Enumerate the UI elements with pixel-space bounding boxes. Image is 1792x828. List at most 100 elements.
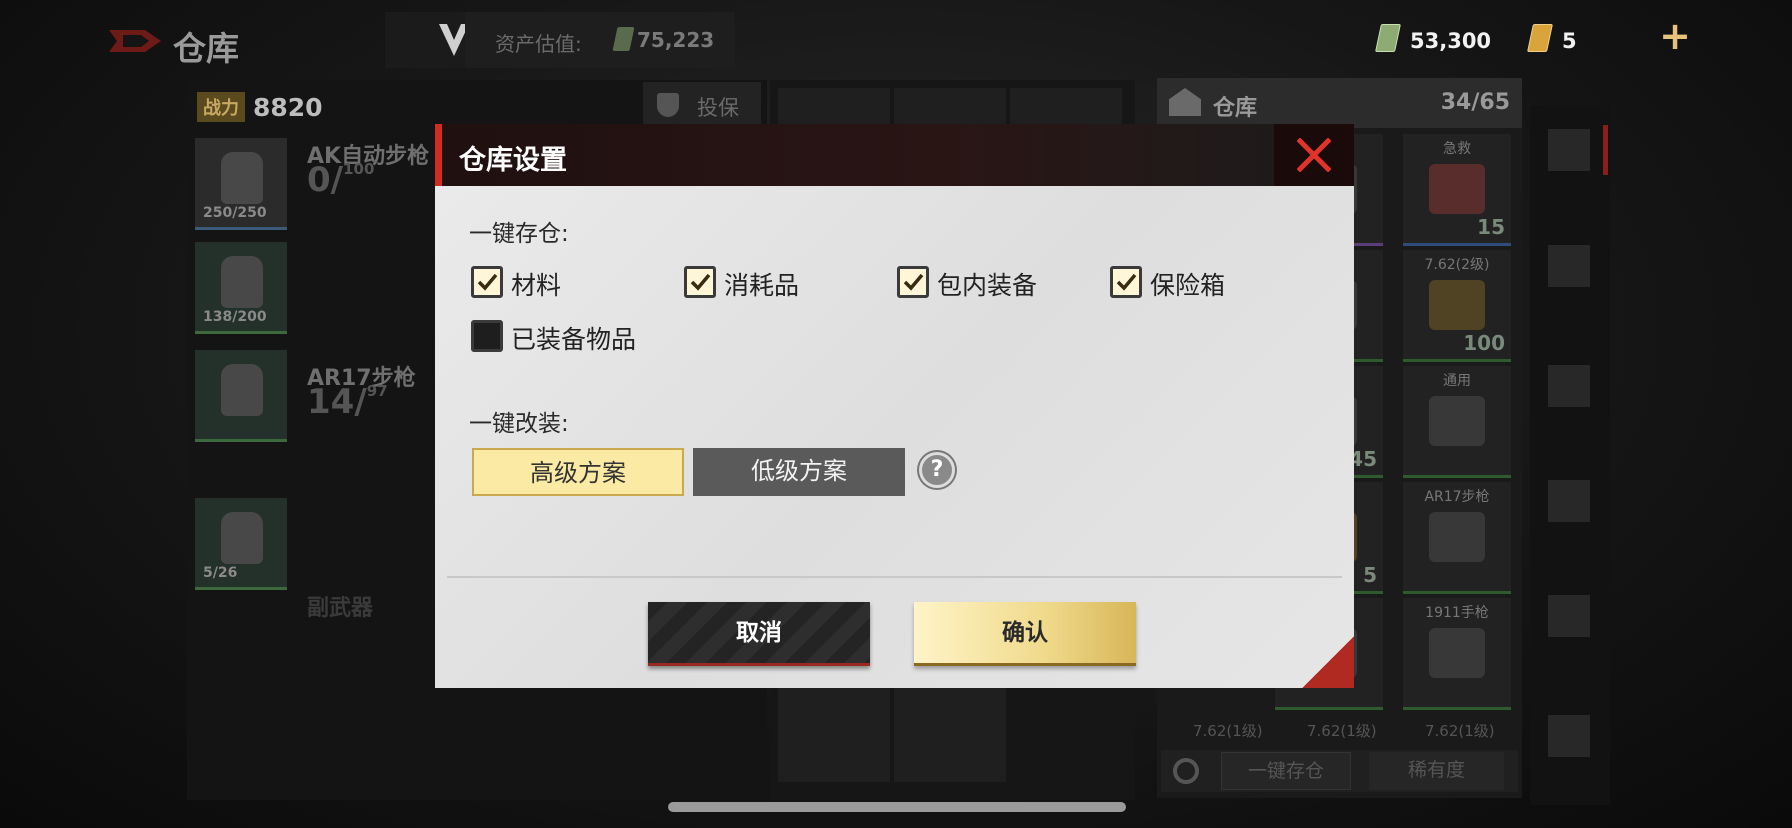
help-icon[interactable]: ? (919, 452, 955, 488)
backpack-slot[interactable]: 5/26 (195, 498, 287, 590)
item-tag: AR17步枪 (1424, 489, 1490, 505)
checkmark-icon (903, 273, 924, 291)
gear-filter-icon[interactable] (1548, 595, 1590, 637)
medkit-icon (1429, 164, 1485, 214)
side-selection-indicator (1603, 125, 1608, 175)
basic-plan-button[interactable]: 低级方案 (693, 448, 905, 496)
divider (447, 576, 1342, 578)
secondary-weapon-ammo: 14/97 (307, 382, 388, 422)
checkbox-box[interactable] (684, 266, 716, 298)
checkbox-box[interactable] (471, 266, 503, 298)
gear-icon[interactable] (1173, 758, 1199, 784)
warehouse-item[interactable]: 1911手枪 (1403, 598, 1511, 710)
warehouse-count: 34/65 (1440, 90, 1510, 115)
grid-view-icon[interactable] (1548, 129, 1590, 171)
close-button[interactable] (1274, 124, 1354, 186)
armor-slot[interactable]: 138/200 (195, 242, 287, 334)
item-foot-label: 7.62(1级) (1307, 722, 1377, 740)
dialog-header: 仓库设置 (435, 124, 1354, 186)
warehouse-item[interactable]: 通用 (1403, 366, 1511, 478)
cash-icon (1375, 24, 1401, 52)
advanced-plan-button[interactable]: 高级方案 (472, 448, 684, 496)
insure-label: 投保 (697, 96, 739, 120)
durability: 138/200 (203, 309, 267, 325)
item-foot-label: 7.62(1级) (1425, 722, 1495, 740)
home-indicator[interactable] (668, 802, 1126, 812)
shield-icon (657, 93, 679, 117)
combat-power: 战力 8820 (197, 92, 323, 122)
item-tag: 7.62(2级) (1424, 257, 1490, 273)
item-qty: 100 (1463, 331, 1505, 355)
backpack-icon (221, 512, 263, 564)
checkbox-label: 已装备物品 (511, 325, 637, 354)
confirm-button[interactable]: 确认 (914, 602, 1136, 666)
item-qty: 15 (1477, 215, 1505, 239)
checkbox-box[interactable] (471, 320, 503, 352)
power-label: 战力 (197, 92, 245, 122)
pistol-filter-icon[interactable] (1548, 245, 1590, 287)
store-section-label: 一键存仓: (469, 221, 569, 247)
rarity-sort-button[interactable]: 稀有度 (1369, 752, 1504, 790)
dialog-body: 一键存仓: 材料 消耗品 包内装备 保险箱 已装备物品 一键改装: 高级方案 低… (435, 186, 1354, 688)
checkbox-label: 消耗品 (724, 271, 800, 300)
ammo-current: 0/ (307, 160, 344, 200)
asset-value: 75,223 (637, 28, 715, 52)
boots-slot[interactable] (195, 350, 287, 442)
power-value: 8820 (253, 92, 323, 122)
warehouse-toolbar: 一键存仓 稀有度 (1161, 750, 1518, 792)
warehouse-title: 仓库 (1213, 96, 1258, 121)
page-title: 仓库 (173, 29, 239, 68)
warehouse-icon (1169, 88, 1201, 116)
capacity: 5/26 (203, 565, 238, 581)
warehouse-item[interactable]: 急救 15 (1403, 134, 1511, 246)
item-foot-label: 7.62(1级) (1193, 722, 1263, 740)
close-icon (1297, 138, 1331, 172)
checkmark-icon (477, 273, 498, 291)
ammo-box-icon (1429, 280, 1485, 330)
armor-filter-icon[interactable] (1548, 365, 1590, 407)
cancel-button[interactable]: 取消 (648, 602, 870, 666)
item-tag: 通用 (1443, 373, 1471, 389)
helmet-slot[interactable]: 250/250 (195, 138, 287, 230)
checkbox-box[interactable] (897, 266, 929, 298)
cash-icon (612, 27, 635, 51)
warehouse-item[interactable]: 7.62(2级) 100 (1403, 250, 1511, 362)
top-bar: 仓库 资产估值: 75,223 (95, 12, 735, 68)
mod-section-label: 一键改装: (469, 411, 569, 437)
rifle-icon (1429, 512, 1485, 562)
coupon-icon (1527, 24, 1553, 52)
ammo-filter-icon[interactable] (1548, 480, 1590, 522)
boots-icon (221, 364, 263, 416)
asset-value-box: 资产估值: 75,223 (465, 12, 735, 68)
item-tag: 急救 (1443, 141, 1471, 157)
item-tag: 1911手枪 (1425, 605, 1489, 621)
one-key-store-button[interactable]: 一键存仓 (1221, 752, 1351, 790)
ammo-max: 100 (343, 160, 375, 178)
sub-weapon-label: 副武器 (307, 596, 374, 621)
cash-value: 53,300 (1410, 29, 1492, 53)
insure-button[interactable]: 投保 (643, 82, 761, 126)
checkmark-icon (1116, 273, 1137, 291)
checkmark-icon (690, 273, 711, 291)
dialog-title: 仓库设置 (459, 145, 567, 176)
helmet-icon (221, 152, 263, 204)
primary-weapon-ammo: 0/100 (307, 160, 374, 200)
grip-icon (1429, 396, 1485, 446)
ammo-current: 14/ (307, 382, 367, 422)
game-logo-icon (109, 30, 161, 52)
pistol-icon (1429, 628, 1485, 678)
add-currency-button[interactable]: + (1655, 17, 1695, 58)
checkbox-label: 包内装备 (937, 271, 1038, 300)
item-qty: 5 (1363, 563, 1377, 587)
checkbox-label: 保险箱 (1150, 271, 1226, 300)
durability: 250/250 (203, 205, 267, 221)
warehouse-item[interactable]: AR17步枪 (1403, 482, 1511, 594)
warehouse-header: 仓库 34/65 (1157, 78, 1522, 128)
side-toolbar (1530, 105, 1610, 805)
checkbox-box[interactable] (1110, 266, 1142, 298)
warehouse-settings-dialog: 仓库设置 一键存仓: 材料 消耗品 包内装备 保险箱 已装备物品 一键改装: 高… (435, 124, 1354, 688)
checkbox-label: 材料 (511, 271, 562, 300)
coupon-value: 5 (1562, 29, 1577, 53)
misc-filter-icon[interactable] (1548, 715, 1590, 757)
corner-accent (1302, 636, 1354, 688)
